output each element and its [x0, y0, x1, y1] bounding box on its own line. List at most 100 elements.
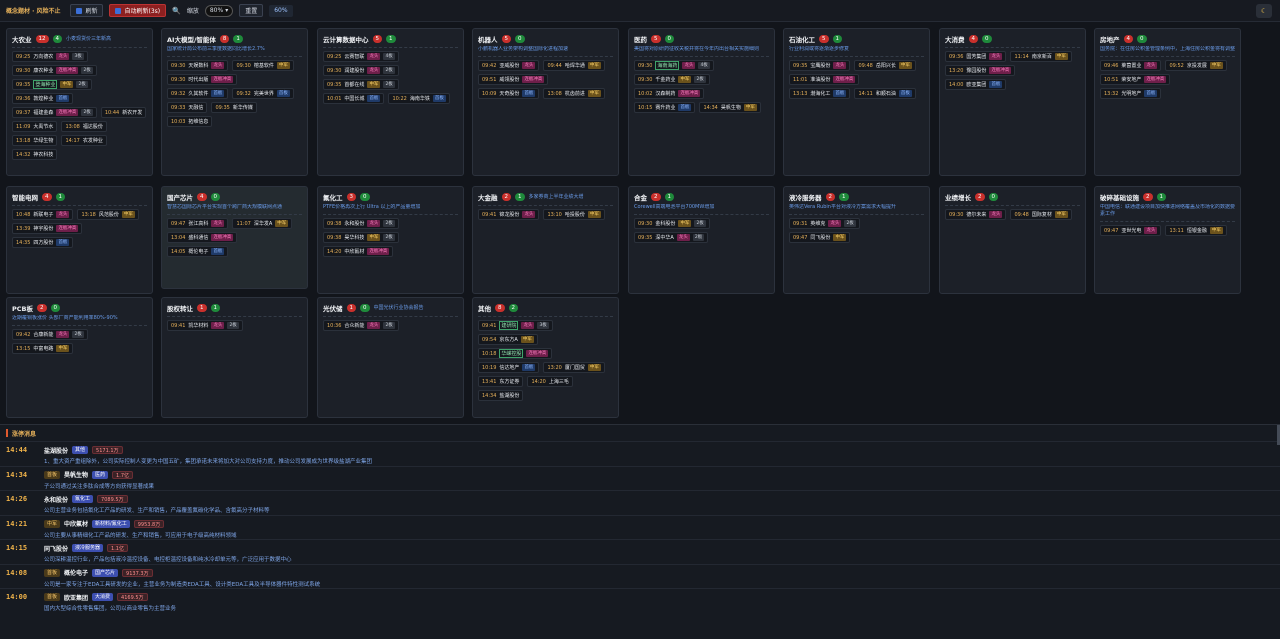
- news-item[interactable]: 14:21 中军 中欣氟材 新材料/氟化工 9953.8万 公司主要从事精细化工产品的研发…: [0, 514, 1280, 540]
- news-stock[interactable]: 盐湖股份: [44, 446, 68, 455]
- stock-pill[interactable]: 09:32 久其软件 首板: [167, 88, 229, 99]
- stock-pill[interactable]: 10:51 荣安地产 连板冲高: [1100, 74, 1171, 85]
- zoom-select[interactable]: 80% ▾: [204, 4, 234, 17]
- stock-pill[interactable]: 09:32 完美世界 首板: [232, 88, 294, 99]
- stock-pill[interactable]: 09:30 千金药业 中军 2板: [634, 74, 710, 85]
- concept-card[interactable]: 云计算数据中心 5 1 09:25 云赛智联 龙头 4板 09:30 润建股份 龙头 2板 09:35…: [317, 28, 464, 176]
- stock-pill[interactable]: 09:30 天娱数科 龙头: [167, 60, 229, 71]
- stock-pill[interactable]: 09:51 威领股份 连板冲高: [478, 74, 549, 85]
- stock-pill[interactable]: 09:38 昊华科技 中军 2板: [323, 232, 399, 243]
- stock-pill[interactable]: 09:48 岳阳兴长 中军: [854, 60, 916, 71]
- stock-pill[interactable]: 09:47 亚世光电 龙头: [1100, 225, 1162, 236]
- stock-pill[interactable]: 09:41 凯华材料 龙头 2板: [167, 320, 243, 331]
- stock-pill[interactable]: 09:30 海南海药 龙头 4板: [634, 60, 714, 71]
- stock-pill[interactable]: 10:36 合众新能 龙头 2板: [323, 320, 399, 331]
- stock-pill[interactable]: 10:19 信达地产 首板: [478, 362, 540, 373]
- stock-pill[interactable]: 13:11 恒银金融 中军: [1165, 225, 1227, 236]
- stock-pill[interactable]: 09:31 英维克 龙头 2板: [789, 218, 860, 229]
- stock-pill[interactable]: 09:36 国芳集团 龙头: [945, 51, 1007, 62]
- concept-card[interactable]: 股权转让 1 1 09:41 凯华材料 龙头 2板: [161, 297, 308, 418]
- stock-pill[interactable]: 09:38 永和股份 龙头 2板: [323, 218, 399, 229]
- stock-pill[interactable]: 09:33 天融信: [167, 102, 208, 113]
- news-stock[interactable]: 中欣氟材: [64, 519, 88, 528]
- stock-pill[interactable]: 09:25 万向德农 龙头 3板: [12, 51, 88, 62]
- stock-pill[interactable]: 09:35 深中华A 龙头 2板: [634, 232, 709, 243]
- stock-pill[interactable]: 14:35 四方股份 首板: [12, 237, 74, 248]
- stock-pill[interactable]: 13:15 中富电路 中军: [12, 343, 74, 354]
- stock-pill[interactable]: 14:20 上海三毛: [527, 376, 573, 387]
- stock-pill[interactable]: 09:41 锦龙股份 龙头: [478, 209, 540, 220]
- stock-pill[interactable]: 13:32 光明地产 首板: [1100, 88, 1162, 99]
- concept-card[interactable]: 业绩增长 2 0 09:30 德尔未来 龙头 09:48 国际复材 中军: [939, 186, 1086, 294]
- stock-pill[interactable]: 13:08 福达股份: [61, 121, 107, 132]
- stock-pill[interactable]: 13:41 东方证券: [478, 376, 524, 387]
- stock-pill[interactable]: 10:48 新联电子 龙头: [12, 209, 74, 220]
- stock-pill[interactable]: 13:18 风范股份 中军: [77, 209, 139, 220]
- stock-pill[interactable]: 09:46 莱茵置业 龙头: [1100, 60, 1162, 71]
- news-stock[interactable]: 同飞股份: [44, 544, 68, 553]
- concept-card[interactable]: 智能电网 4 1 10:48 新联电子 龙头 13:18 风范股份 中军 13:39 神宇股份 连板冲…: [6, 186, 153, 294]
- stock-pill[interactable]: 09:30 时代出版 连板冲高: [167, 74, 238, 85]
- stock-pill[interactable]: 13:13 渤海化工 首板: [789, 88, 851, 99]
- stock-pill[interactable]: 14:34 盐湖股份: [478, 390, 524, 401]
- stock-pill[interactable]: 09:52 京投发展 中军: [1165, 60, 1227, 71]
- stock-pill[interactable]: 10:09 天奇股份 首板: [478, 88, 540, 99]
- stock-pill[interactable]: 09:48 国际复材 中军: [1010, 209, 1072, 220]
- stock-pill[interactable]: 13:20 豫园股份 连板冲高: [945, 65, 1016, 76]
- stock-pill[interactable]: 10:44 新农开发: [100, 107, 147, 118]
- refresh-button[interactable]: 刷新: [70, 4, 104, 17]
- stock-pill[interactable]: 10:01 中国长城 首板: [323, 93, 385, 104]
- news-stock[interactable]: 昊帆生物: [64, 470, 88, 479]
- stock-pill[interactable]: 09:41 建研院 龙头 3板: [478, 320, 553, 331]
- stock-pill[interactable]: 11:07 深华发A 中军: [232, 218, 293, 229]
- concept-card[interactable]: 机器人 5 0 小鹏机器人业务架构调整国际化进程加速 09:42 亚威股份 龙头 09:44 哈…: [472, 28, 619, 176]
- news-item[interactable]: 14:34 首板 昊帆生物 医药 1.7亿 子公司通过关注多肽合成等方向获得显著成果: [0, 465, 1280, 491]
- concept-card[interactable]: 光伏储 1 0 中国光伏行业协会报告 10:36 合众新能 龙头 2板: [317, 297, 464, 418]
- stock-pill[interactable]: 09:36 敦煌种业 首板: [12, 93, 74, 104]
- news-stock[interactable]: 永和股份: [44, 495, 68, 504]
- news-item[interactable]: 14:00 首板 欧亚集团 大消费 4169.5万 国内大型综合性零售集团，公司以商业零售…: [0, 588, 1280, 613]
- concept-card[interactable]: 医药 5 0 美国将对原研药征收关税并将在今年内出台相关实施细则 09:30 海南海药 龙头…: [628, 28, 775, 176]
- stock-pill[interactable]: 14:20 中欣氟材 连板冲高: [323, 246, 394, 257]
- concept-card[interactable]: 破碎基础设施 2 1 中国电信：联通建设项目加快推进网络覆盖及市场化的数据要素工作 09…: [1094, 186, 1241, 294]
- stock-pill[interactable]: 09:47 张江高科 龙头: [167, 218, 229, 229]
- stock-pill[interactable]: 14:05 概伦电子 首板: [167, 246, 229, 257]
- concept-card[interactable]: 国产芯片 4 0 智慧芯国际芯片平台实现首个跨厂商大规模联网点通 09:47 张江高科 龙头…: [161, 186, 308, 289]
- stock-pill[interactable]: 13:39 神宇股份 连板冲高: [12, 223, 83, 234]
- stock-pill[interactable]: 09:25 云赛智联 龙头 4板: [323, 51, 399, 62]
- concept-card[interactable]: 房地产 4 0 国务院：在住房公积金管理条例中，上海住房公积金将有调整 09:46 莱茵置…: [1094, 28, 1241, 176]
- news-stock[interactable]: 欧亚集团: [64, 593, 88, 602]
- stock-pill[interactable]: 11:14 南京新百 中军: [1010, 51, 1072, 62]
- news-item[interactable]: 14:15 同飞股份 液冷服务器 1.1亿 公司深耕温控行业，产品包括液冷温控设备、电控…: [0, 539, 1280, 564]
- auto-refresh-button[interactable]: 自动刷新(3s): [109, 4, 167, 17]
- news-item[interactable]: 14:44 盐湖股份 其他 5171.1万 1、重大资产重组除外，公司实际控制人变更为中…: [0, 441, 1280, 466]
- concept-card[interactable]: 大金融 2 1 多家券商上半年业绩大增 09:41 锦龙股份 龙头 13:10 哈投股份 中军: [472, 186, 619, 294]
- stock-pill[interactable]: 13:08 杭齿前进 中军: [543, 88, 605, 99]
- stock-pill[interactable]: 10:03 拓维信息: [167, 116, 213, 127]
- concept-card[interactable]: 大农业 12 4 小麦现货价三年新高 09:25 万向德农 龙头 3板 09:30 康农种业 连板冲…: [6, 28, 153, 176]
- stock-pill[interactable]: 14:34 昊帆生物 中军: [699, 102, 761, 113]
- concept-card[interactable]: 其他 8 2 09:41 建研院 龙头 3板 09:54 京东方A 中军 10:18 华嵘控股 连板冲高…: [472, 297, 619, 418]
- concept-card[interactable]: AI大模型/智能体 8 1 国家统计局公布前三季度数据同比增长2.7% 09:30 天娱数…: [161, 28, 308, 176]
- stock-pill[interactable]: 10:15 赛升药业 首板: [634, 102, 696, 113]
- stock-pill[interactable]: 14:17 农发种业: [61, 135, 107, 146]
- stock-pill[interactable]: 11:09 大禹节水: [12, 121, 58, 132]
- concept-card[interactable]: 合金 2 1 Corewell高端电池平台700MW增加 09:30 金科股份 中军 2板 09…: [628, 186, 775, 294]
- stock-pill[interactable]: 14:00 欧亚集团 首板: [945, 79, 1007, 90]
- stock-pill[interactable]: 09:35 宝鹰股份 龙头: [789, 60, 851, 71]
- stock-pill[interactable]: 09:37 福建金森 连板冲高 2板: [12, 107, 97, 118]
- stock-pill[interactable]: 10:18 华嵘控股 连板冲高: [478, 348, 553, 359]
- stock-pill[interactable]: 10:22 海南华铁 首板: [388, 93, 450, 104]
- stock-pill[interactable]: 10:02 汉森制药 连板冲高: [634, 88, 705, 99]
- stock-pill[interactable]: 09:30 榕基软件 中军: [232, 60, 294, 71]
- stock-pill[interactable]: 13:04 盛科通信 连板冲高: [167, 232, 238, 243]
- stock-pill[interactable]: 14:11 和顺石油 首板: [854, 88, 916, 99]
- stock-pill[interactable]: 09:35 登海种业 中军 2板: [12, 79, 92, 90]
- stock-pill[interactable]: 09:30 德尔未来 龙头: [945, 209, 1007, 220]
- stock-pill[interactable]: 09:42 合康新能 龙头 2板: [12, 329, 88, 340]
- concept-card[interactable]: 液冷服务器 2 1 英伟达Vera Rubin平台对液冷方案需求大幅提升 09:31 英维…: [783, 186, 930, 294]
- reset-button[interactable]: 重置: [239, 4, 264, 17]
- stock-pill[interactable]: 13:20 厦门国贸 中军: [543, 362, 605, 373]
- stock-pill[interactable]: 09:42 亚威股份 龙头: [478, 60, 540, 71]
- concept-card[interactable]: 大消费 4 0 09:36 国芳集团 龙头 11:14 南京新百 中军 13:20 豫园股份 连板冲高…: [939, 28, 1086, 176]
